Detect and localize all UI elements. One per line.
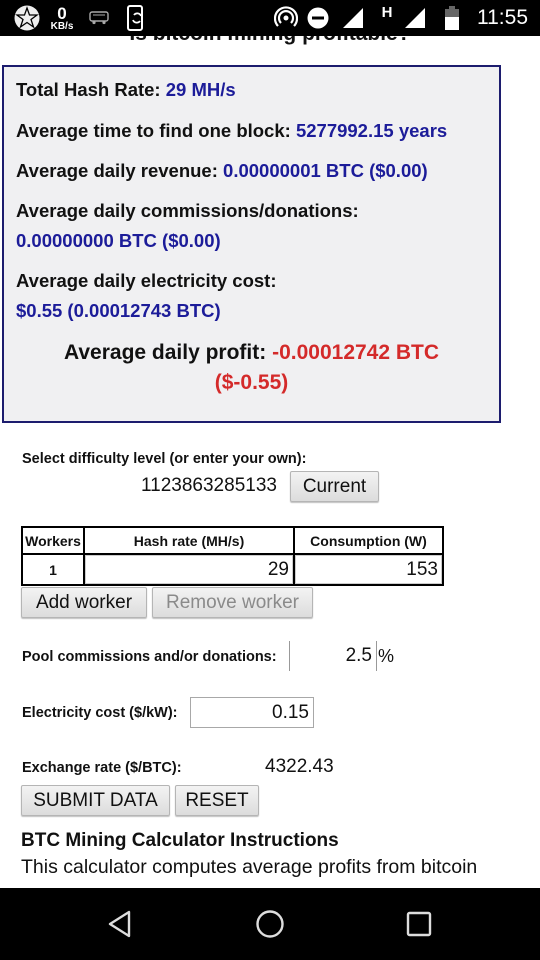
- network-speed-unit: KB/s: [50, 20, 74, 32]
- avg-daily-commissions-label: Average daily commissions/donations:: [16, 200, 359, 221]
- column-header-consumption: Consumption (W): [293, 526, 444, 555]
- reset-button[interactable]: RESET: [175, 785, 259, 816]
- total-hash-rate: Total Hash Rate: 29 MH/s: [16, 79, 236, 101]
- hotspot-icon: [272, 0, 300, 36]
- status-bar: 0 KB/s H 11:55: [0, 0, 540, 36]
- pool-commissions-label: Pool commissions and/or donations:: [22, 649, 277, 665]
- exchange-rate-label: Exchange rate ($/BTC):: [22, 760, 182, 776]
- navigation-bar: [0, 888, 540, 960]
- avg-daily-electricity-value: $0.55 (0.00012743 BTC): [16, 300, 221, 321]
- phone-sync-icon: [124, 0, 148, 36]
- consumption-cell: [293, 553, 444, 586]
- difficulty-input[interactable]: 1123863285133: [141, 475, 277, 497]
- avg-daily-commissions-value: 0.00000000 BTC ($0.00): [16, 230, 221, 251]
- home-icon: [256, 910, 284, 938]
- avg-daily-profit: Average daily profit: -0.00012742 BTC: [4, 341, 499, 365]
- network-type-icon: H: [381, 4, 393, 21]
- recents-icon: [406, 911, 432, 937]
- avg-time-block: Average time to find one block: 5277992.…: [16, 120, 447, 142]
- do-not-disturb-icon: [305, 0, 331, 36]
- electricity-cost-input[interactable]: [190, 697, 314, 728]
- back-icon: [108, 910, 131, 938]
- exchange-rate-value: 4322.43: [265, 756, 334, 777]
- avg-time-block-label: Average time to find one block:: [16, 120, 291, 141]
- avg-daily-revenue: Average daily revenue: 0.00000001 BTC ($…: [16, 160, 428, 182]
- pool-percent-unit: %: [378, 646, 395, 666]
- current-difficulty-button[interactable]: Current: [290, 471, 379, 502]
- submit-data-button[interactable]: SUBMIT DATA: [21, 785, 170, 816]
- recents-button[interactable]: [379, 888, 459, 960]
- bus-icon: [88, 0, 110, 36]
- electricity-cost-label: Electricity cost ($/kW):: [22, 705, 178, 721]
- star-app-icon: [12, 0, 42, 36]
- back-button[interactable]: [80, 888, 160, 960]
- home-button[interactable]: [230, 888, 310, 960]
- hash-rate-cell: [83, 553, 295, 586]
- column-header-workers: Workers: [21, 526, 85, 555]
- page-title: Is bitcoin mining profitable?: [0, 36, 540, 46]
- column-header-hash-rate: Hash rate (MH/s): [83, 526, 295, 555]
- avg-daily-electricity-label: Average daily electricity cost:: [16, 270, 277, 291]
- instructions-text: This calculator computes average profits…: [21, 856, 478, 878]
- add-worker-button[interactable]: Add worker: [21, 587, 147, 618]
- workers-table-header: Workers Hash rate (MH/s) Consumption (W): [21, 526, 444, 555]
- workers-table: Workers Hash rate (MH/s) Consumption (W)…: [21, 526, 444, 586]
- total-hash-rate-label: Total Hash Rate:: [16, 79, 161, 100]
- signal-icon: [338, 0, 368, 36]
- difficulty-label: Select difficulty level (or enter your o…: [22, 451, 307, 467]
- network-speed: 0 KB/s: [48, 0, 76, 36]
- status-time: 11:55: [477, 6, 528, 29]
- hash-rate-input[interactable]: [85, 555, 293, 584]
- avg-daily-profit-label: Average daily profit:: [63, 341, 267, 364]
- instructions-title: BTC Mining Calculator Instructions: [21, 830, 339, 851]
- remove-worker-button[interactable]: Remove worker: [152, 587, 313, 618]
- avg-daily-profit-btc: -0.00012742 BTC: [272, 341, 440, 364]
- pool-commissions-input[interactable]: [289, 641, 377, 671]
- avg-daily-profit-usd: ($-0.55): [214, 371, 289, 394]
- consumption-input[interactable]: [295, 555, 442, 584]
- total-hash-rate-value: 29 MH/s: [165, 79, 236, 100]
- avg-time-block-value: 5277992.15 years: [295, 120, 448, 141]
- web-page: Is bitcoin mining profitable? Total Hash…: [0, 36, 540, 888]
- table-row: 1: [21, 553, 444, 586]
- results-panel: Total Hash Rate: 29 MH/s Average time to…: [2, 65, 501, 423]
- avg-daily-revenue-label: Average daily revenue:: [16, 160, 218, 181]
- avg-daily-revenue-value: 0.00000001 BTC ($0.00): [223, 160, 428, 181]
- network-speed-value: 0: [57, 3, 67, 23]
- battery-icon: [442, 0, 462, 36]
- signal-icon: [400, 0, 430, 36]
- worker-number: 1: [21, 553, 85, 586]
